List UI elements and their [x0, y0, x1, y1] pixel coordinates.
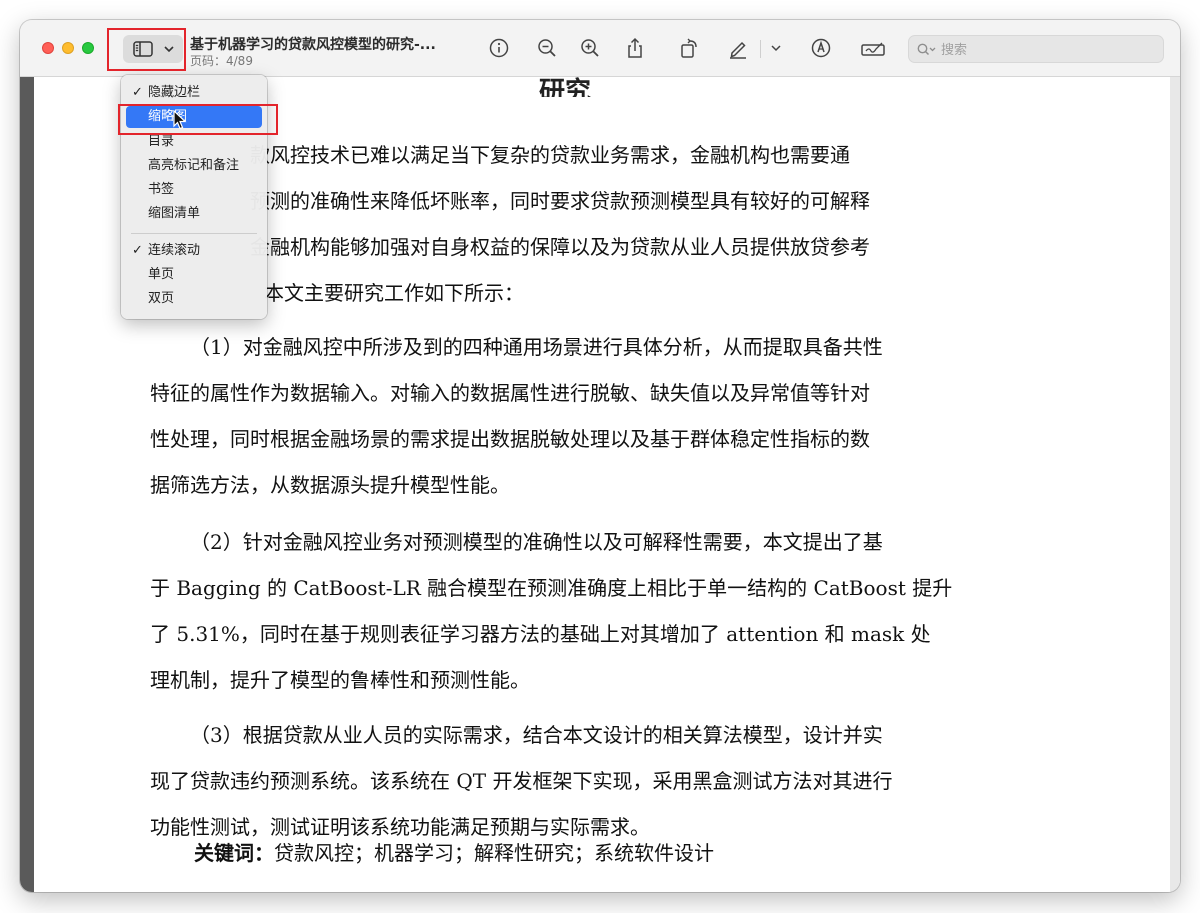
document-title: 基于机器学习的贷款风控模型的研究-...	[190, 37, 436, 53]
menu-item-label: 目录	[148, 134, 175, 149]
zoom-out-icon[interactable]	[536, 37, 558, 59]
minimize-button[interactable]	[62, 42, 74, 54]
text-line: 预测的准确性来降低坏账率，同时要求贷款预测模型具有较好的可解释	[250, 189, 870, 213]
menu-item-label: 连续滚动	[148, 243, 201, 258]
close-button[interactable]	[42, 42, 54, 54]
page-indicator: 页码：4/89	[190, 54, 253, 68]
annotation-highlight-sidebar-button	[107, 28, 186, 71]
paragraph-2: （2）针对金融风控业务对预测模型的准确性以及可解释性需要，本文提出了基 于 Ba…	[150, 519, 990, 703]
menu-item-two-pages[interactable]: 双页	[126, 288, 262, 310]
menu-item-bookmarks[interactable]: 书签	[126, 179, 262, 201]
menu-separator	[131, 233, 257, 234]
checkmark-icon: ✓	[132, 243, 143, 258]
search-icon	[917, 43, 936, 56]
section-heading-fragment: 研究	[539, 77, 592, 97]
menu-item-single-page[interactable]: 单页	[126, 264, 262, 286]
keywords-line: 关键词：贷款风控；机器学习；解释性研究；系统软件设计	[194, 837, 714, 866]
text-line: 据筛选方法，从数据源头提升模型性能。	[150, 473, 510, 497]
zoom-in-icon[interactable]	[579, 37, 601, 59]
menu-item-label: 单页	[148, 267, 175, 282]
info-icon[interactable]	[488, 37, 510, 59]
text-line: （1）对金融风控中所涉及到的四种通用场景进行具体分析，从而提取具备共性	[190, 335, 883, 359]
paragraph-1: （1）对金融风控中所涉及到的四种通用场景进行具体分析，从而提取具备共性 特征的属…	[150, 324, 990, 508]
menu-item-hide-sidebar[interactable]: ✓ 隐藏边栏	[126, 82, 262, 104]
annotate-icon[interactable]	[810, 37, 832, 59]
scroll-gutter[interactable]	[1170, 77, 1180, 892]
search-input[interactable]	[939, 39, 1153, 61]
text-line: 了 5.31%，同时在基于规则表征学习器方法的基础上对其增加了 attentio…	[150, 622, 931, 646]
text-line: 性处理，同时根据金融场景的需求提出数据脱敏处理以及基于群体稳定性指标的数	[150, 427, 870, 451]
text-line: 特征的属性作为数据输入。对输入的数据属性进行脱敏、缺失值以及异常值等针对	[150, 381, 870, 405]
fullscreen-button[interactable]	[82, 42, 94, 54]
menu-item-continuous-scroll[interactable]: ✓ 连续滚动	[126, 240, 262, 262]
rotate-icon[interactable]	[679, 37, 701, 59]
text-line: （2）针对金融风控业务对预测模型的准确性以及可解释性需要，本文提出了基	[190, 530, 883, 554]
text-line: （3）根据贷款从业人员的实际需求，结合本文设计的相关算法模型，设计并实	[190, 723, 883, 747]
keywords-text: 贷款风控；机器学习；解释性研究；系统软件设计	[274, 841, 714, 865]
annotation-highlight-thumbnails	[118, 104, 278, 135]
toolbar-divider	[760, 40, 761, 58]
signature-icon[interactable]	[860, 37, 886, 59]
menu-item-label: 书签	[148, 182, 175, 197]
chevron-down-icon[interactable]	[767, 37, 785, 59]
menu-item-label: 高亮标记和备注	[148, 158, 240, 173]
intro-paragraph: 款风控技术已难以满足当下复杂的贷款业务需求，金融机构也需要通 预测的准确性来降低…	[250, 132, 990, 316]
menu-item-contact-sheet[interactable]: 缩图清单	[126, 203, 262, 225]
menu-item-label: 双页	[148, 291, 175, 306]
text-line: 于 Bagging 的 CatBoost-LR 融合模型在预测准确度上相比于单一…	[150, 576, 953, 600]
text-line: 本文主要研究工作如下所示：	[264, 281, 524, 305]
text-line: 金融机构能够加强对自身权益的保障以及为贷款从业人员提供放贷参考	[250, 235, 870, 259]
menu-item-label: 缩图清单	[148, 206, 201, 221]
markup-pen-icon[interactable]	[727, 37, 749, 59]
text-line: 理机制，提升了模型的鲁棒性和预测性能。	[150, 668, 530, 692]
checkmark-icon: ✓	[132, 85, 143, 100]
menu-item-highlights-notes[interactable]: 高亮标记和备注	[126, 155, 262, 177]
paragraph-3: （3）根据贷款从业人员的实际需求，结合本文设计的相关算法模型，设计并实 现了贷款…	[150, 712, 990, 850]
menu-item-label: 隐藏边栏	[148, 85, 201, 100]
toolbar: 基于机器学习的贷款风控模型的研究-... 页码：4/89	[20, 20, 1180, 77]
search-field[interactable]	[908, 35, 1164, 63]
text-line: 款风控技术已难以满足当下复杂的贷款业务需求，金融机构也需要通	[250, 143, 850, 167]
text-line: 现了贷款违约预测系统。该系统在 QT 开发框架下实现，采用黑盒测试方法对其进行	[150, 769, 893, 793]
sidebar-gutter	[20, 77, 34, 892]
keywords-label: 关键词：	[194, 841, 274, 865]
share-icon[interactable]	[624, 37, 646, 59]
